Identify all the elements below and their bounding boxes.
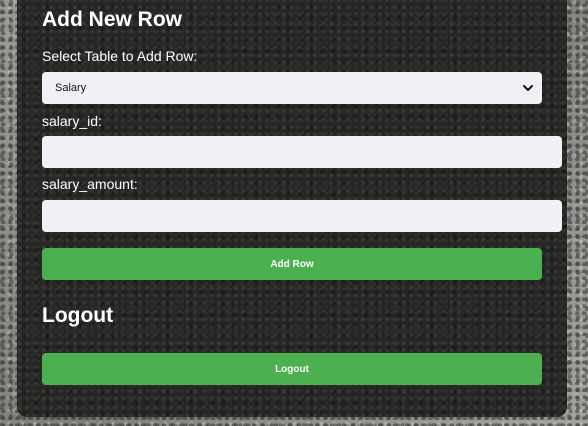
- salary-amount-input[interactable]: [42, 200, 562, 232]
- salary-amount-label: salary_amount:: [42, 176, 138, 192]
- salary-id-input[interactable]: [42, 136, 562, 168]
- salary-id-label: salary_id:: [42, 113, 102, 129]
- table-select[interactable]: Salary: [42, 72, 542, 104]
- chevron-down-icon: [522, 82, 534, 94]
- logout-button[interactable]: Logout: [42, 353, 542, 385]
- add-row-button[interactable]: Add Row: [42, 248, 542, 280]
- table-select-value: Salary: [55, 82, 87, 94]
- logout-heading: Logout: [42, 304, 114, 327]
- select-table-label: Select Table to Add Row:: [42, 48, 198, 64]
- add-row-heading: Add New Row: [42, 8, 182, 31]
